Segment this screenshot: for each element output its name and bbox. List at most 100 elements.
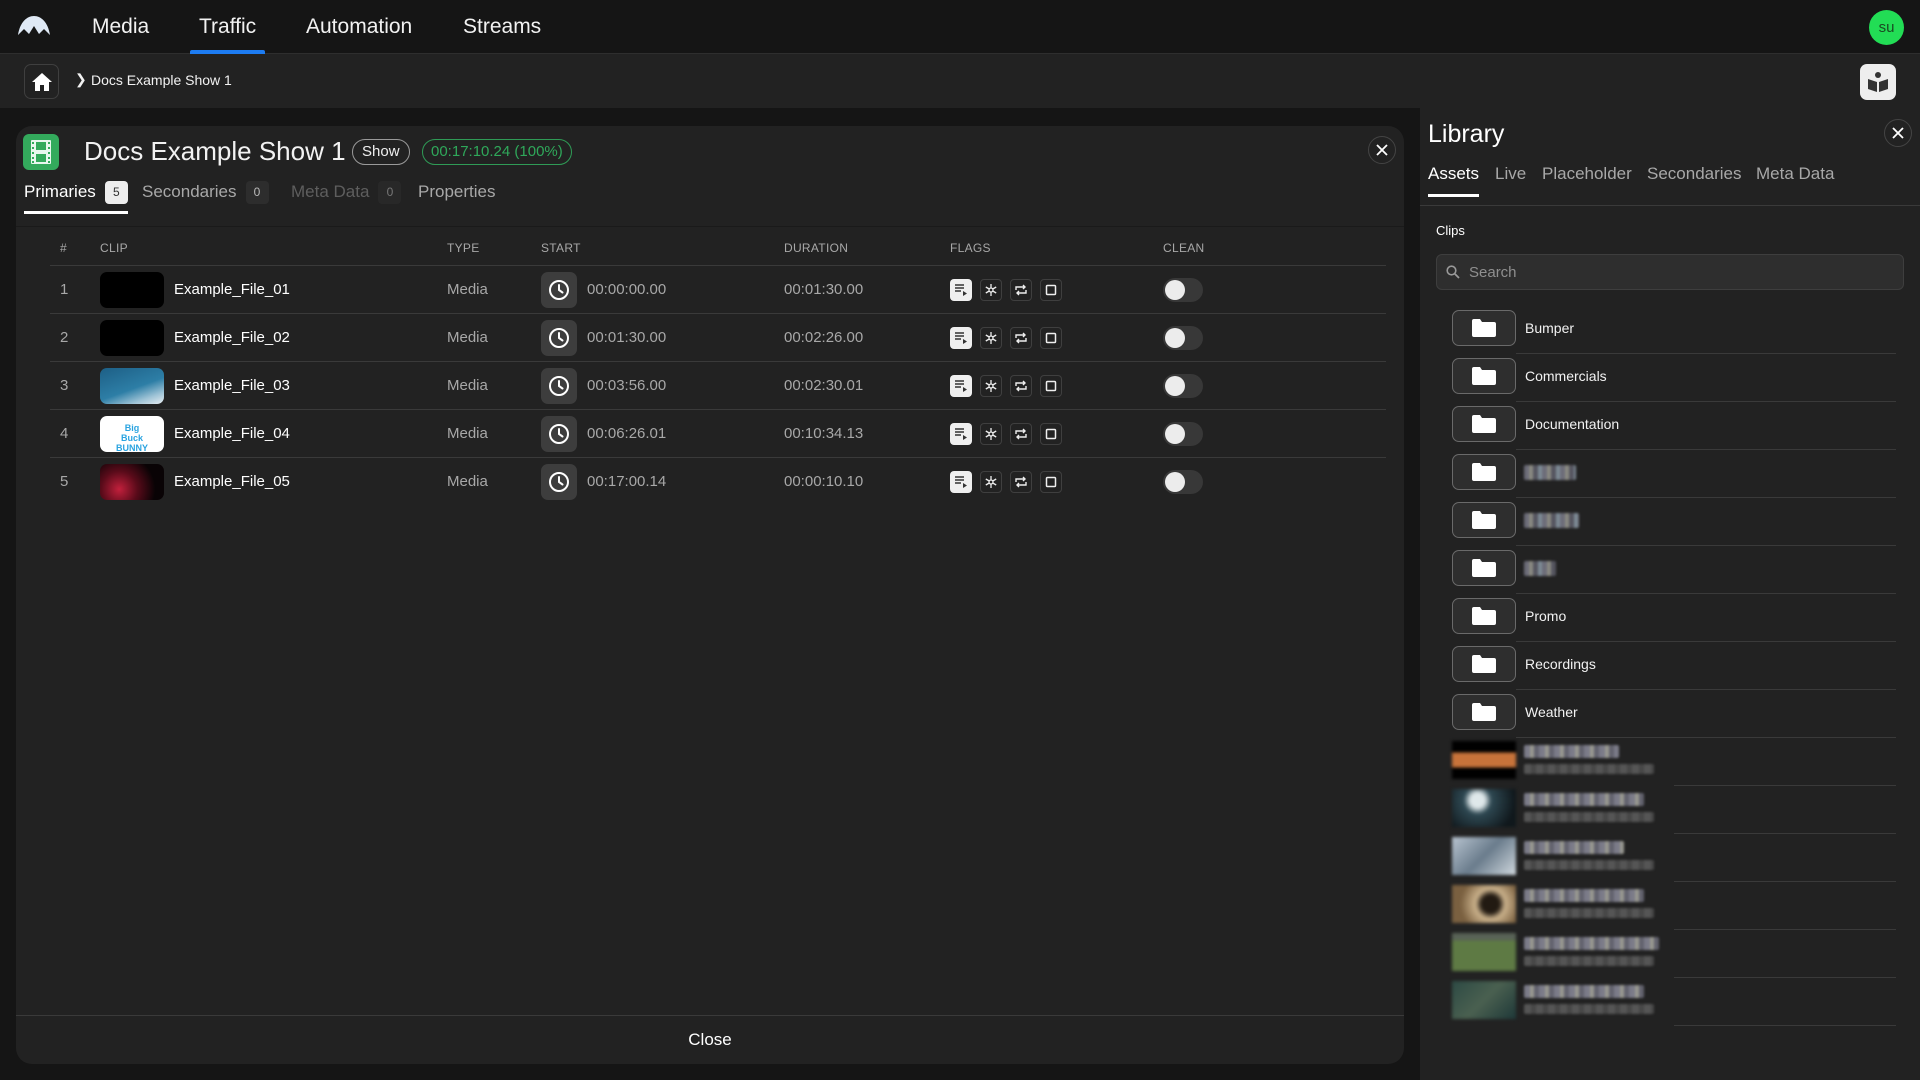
clip-item[interactable] xyxy=(1452,738,1896,786)
clip-thumbnail xyxy=(1452,933,1516,971)
folder-icon-box xyxy=(1452,358,1516,394)
stop-square-flag-button[interactable] xyxy=(1040,423,1062,445)
folder-item[interactable]: Recordings xyxy=(1452,642,1896,690)
loop-flag-button[interactable] xyxy=(1010,423,1032,445)
freeze-flag-button[interactable] xyxy=(980,471,1002,493)
breadcrumb: ❯ Docs Example Show 1 xyxy=(0,54,1920,108)
table-row[interactable]: 4 Big Buck BUNNY Example_File_04 Media 0… xyxy=(50,410,1386,458)
clip-item[interactable] xyxy=(1452,930,1896,978)
tab-primaries[interactable]: Primaries 5 xyxy=(24,180,128,214)
playlist-play-icon xyxy=(954,283,968,297)
folder-item[interactable]: Promo xyxy=(1452,594,1896,642)
toggle-knob xyxy=(1165,472,1185,492)
folder-item[interactable]: Commercials xyxy=(1452,354,1896,402)
table-row[interactable]: 5 Example_File_05 Media 00:17:00.14 00:0… xyxy=(50,458,1386,506)
folder-icon-box xyxy=(1452,646,1516,682)
playlist-play-flag-button[interactable] xyxy=(950,471,972,493)
clean-toggle[interactable] xyxy=(1163,326,1203,350)
breadcrumb-item[interactable]: Docs Example Show 1 xyxy=(91,72,232,88)
loop-flag-button[interactable] xyxy=(1010,279,1032,301)
stop-square-flag-button[interactable] xyxy=(1040,471,1062,493)
tab-label: Meta Data xyxy=(291,182,370,201)
show-editor-panel: Docs Example Show 1 Show 00:17:10.24 (10… xyxy=(16,126,1404,1064)
close-icon xyxy=(1376,144,1388,156)
clean-toggle[interactable] xyxy=(1163,374,1203,398)
redacted-clip-meta xyxy=(1524,1004,1654,1014)
start-time: 00:17:00.14 xyxy=(587,473,667,490)
playlist-play-flag-button[interactable] xyxy=(950,375,972,397)
folder-icon-box xyxy=(1452,454,1516,490)
close-button[interactable]: Close xyxy=(16,1030,1404,1050)
library-tab-live[interactable]: Live xyxy=(1495,164,1526,197)
stop-square-flag-button[interactable] xyxy=(1040,279,1062,301)
stop-square-flag-button[interactable] xyxy=(1040,327,1062,349)
home-button[interactable] xyxy=(24,64,59,99)
freeze-flag-button[interactable] xyxy=(980,375,1002,397)
tab-properties[interactable]: Properties xyxy=(418,180,495,214)
stop-square-flag-button[interactable] xyxy=(1040,375,1062,397)
tab-secondaries[interactable]: Secondaries 0 xyxy=(142,180,269,214)
table-header: # CLIP TYPE START DURATION FLAGS CLEAN xyxy=(50,228,1386,266)
library-tab-secondaries[interactable]: Secondaries xyxy=(1647,164,1742,197)
library-tab-meta-data[interactable]: Meta Data xyxy=(1756,164,1834,197)
table-row[interactable]: 1 Example_File_01 Media 00:00:00.00 00:0… xyxy=(50,266,1386,314)
duration-badge: 00:17:10.24 (100%) xyxy=(422,139,572,165)
clip-type: Media xyxy=(447,377,488,394)
clean-toggle[interactable] xyxy=(1163,278,1203,302)
start-time-mode-button[interactable] xyxy=(541,320,577,356)
chevron-right-icon: ❯ xyxy=(75,71,87,87)
library-tab-assets[interactable]: Assets xyxy=(1428,164,1480,197)
library-close-button[interactable] xyxy=(1884,119,1912,147)
start-time-mode-button[interactable] xyxy=(541,272,577,308)
search-input[interactable] xyxy=(1469,255,1889,289)
clean-toggle[interactable] xyxy=(1163,422,1203,446)
mountain-logo-icon[interactable] xyxy=(17,14,51,38)
clip-item[interactable] xyxy=(1452,882,1896,930)
folder-item[interactable]: Documentation xyxy=(1452,402,1896,450)
freeze-flag-button[interactable] xyxy=(980,423,1002,445)
clip-item[interactable] xyxy=(1452,978,1896,1026)
start-time-mode-button[interactable] xyxy=(541,368,577,404)
clean-toggle[interactable] xyxy=(1163,470,1203,494)
clip-thumbnail xyxy=(100,368,164,404)
folder-icon xyxy=(1471,462,1497,482)
loop-flag-button[interactable] xyxy=(1010,327,1032,349)
table-row[interactable]: 2 Example_File_02 Media 00:01:30.00 00:0… xyxy=(50,314,1386,362)
folder-item[interactable] xyxy=(1452,546,1896,594)
duration: 00:00:10.10 xyxy=(784,473,864,490)
nav-media[interactable]: Media xyxy=(92,0,149,54)
folder-item[interactable]: Bumper xyxy=(1452,306,1896,354)
folder-item[interactable]: Weather xyxy=(1452,690,1896,738)
nav-traffic[interactable]: Traffic xyxy=(189,0,266,54)
show-type-icon xyxy=(23,134,59,170)
folder-item[interactable] xyxy=(1452,450,1896,498)
loop-icon xyxy=(1014,379,1028,393)
stop-square-icon xyxy=(1045,428,1057,440)
folder-item[interactable] xyxy=(1452,498,1896,546)
divider xyxy=(16,226,1404,227)
tab-meta-data[interactable]: Meta Data 0 xyxy=(291,180,402,214)
stop-square-icon xyxy=(1045,380,1057,392)
playlist-play-flag-button[interactable] xyxy=(950,423,972,445)
start-time-mode-button[interactable] xyxy=(541,464,577,500)
user-avatar[interactable]: su xyxy=(1869,10,1904,45)
start-time-mode-button[interactable] xyxy=(541,416,577,452)
playlist-play-flag-button[interactable] xyxy=(950,279,972,301)
folder-icon-box xyxy=(1452,310,1516,346)
playlist-play-flag-button[interactable] xyxy=(950,327,972,349)
loop-flag-button[interactable] xyxy=(1010,375,1032,397)
folder-name: Weather xyxy=(1525,704,1578,720)
table-row[interactable]: 3 Example_File_03 Media 00:03:56.00 00:0… xyxy=(50,362,1386,410)
freeze-flag-button[interactable] xyxy=(980,279,1002,301)
clip-name: Example_File_03 xyxy=(174,377,290,394)
nav-automation[interactable]: Automation xyxy=(306,0,412,54)
panel-close-button[interactable] xyxy=(1368,136,1396,164)
library-tab-placeholder[interactable]: Placeholder xyxy=(1542,164,1632,197)
loop-flag-button[interactable] xyxy=(1010,471,1032,493)
redacted-folder-name xyxy=(1524,513,1579,528)
freeze-flag-button[interactable] xyxy=(980,327,1002,349)
clip-item[interactable] xyxy=(1452,786,1896,834)
guide-button[interactable] xyxy=(1860,64,1896,100)
clip-item[interactable] xyxy=(1452,834,1896,882)
nav-streams[interactable]: Streams xyxy=(463,0,541,54)
